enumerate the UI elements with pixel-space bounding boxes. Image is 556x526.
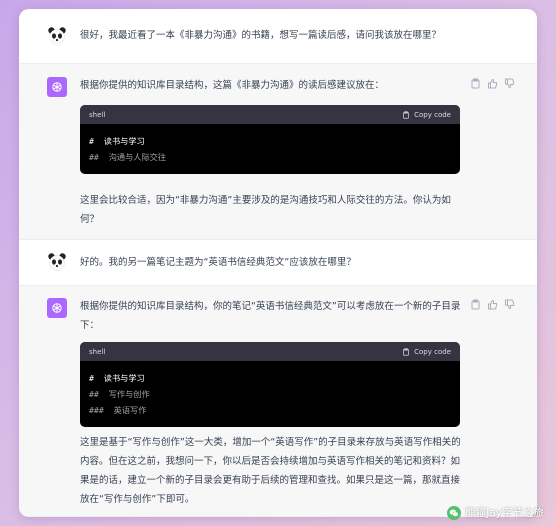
assistant-message: 根据你提供的知识库目录结构，这篇《非暴力沟通》的读后感建议放在： shell C…: [19, 64, 537, 240]
user-message: 很好，我最近看了一本《非暴力沟通》的书籍，想写一篇读后感，请问我该放在哪里？: [19, 9, 537, 64]
code-line: # 读书与学习: [89, 136, 145, 146]
assistant-intro-text: 根据你提供的知识库目录结构，这篇《非暴力沟通》的读后感建议放在：: [80, 80, 385, 91]
panda-avatar-icon: [47, 252, 67, 272]
text-line: 根据你提供的知识库目录结构，你的笔记“英语书信经典范文”可以考虑放在一个新的子目…: [80, 301, 461, 312]
assistant-intro-text: 根据你提供的知识库目录结构，你的笔记“英语书信经典范文”可以考虑放在一个新的子目…: [80, 297, 477, 335]
copy-code-button[interactable]: Copy code: [402, 348, 451, 356]
panda-avatar-icon: [47, 26, 67, 46]
thumbs-down-icon[interactable]: [504, 299, 515, 310]
text-line: 内容。但在这之前，我想问一下，你以后是否会持续增加与英语写作相关的笔记和资料？如: [80, 456, 461, 467]
thumbs-down-icon[interactable]: [504, 78, 515, 89]
code-line: ## 写作与创作: [89, 389, 150, 399]
wechat-icon: [447, 505, 462, 520]
copy-code-label: Copy code: [414, 110, 451, 119]
assistant-message: 根据你提供的知识库目录结构，你的笔记“英语书信经典范文”可以考虑放在一个新的子目…: [19, 286, 537, 517]
assistant-outro-text: 这里是基于“写作与创作”这一大类，增加一个“英语写作”的子目录来存放与英语写作相…: [80, 433, 477, 509]
code-language-label: shell: [89, 110, 106, 119]
chat-window: 很好，我最近看了一本《非暴力沟通》的书籍，想写一篇读后感，请问我该放在哪里？ 根…: [19, 9, 537, 517]
code-line: # 读书与学习: [89, 373, 145, 383]
openai-logo-icon: [47, 77, 67, 97]
code-content: # 读书与学习 ## 沟通与人际交往: [80, 124, 460, 174]
code-content: # 读书与学习 ## 写作与创作 ### 英语写作: [80, 361, 460, 427]
thumbs-up-icon[interactable]: [487, 78, 498, 89]
text-line: 何？: [80, 214, 100, 225]
watermark: 熊猫Jay字节之旅: [447, 505, 544, 520]
clipboard-icon: [403, 110, 410, 119]
thumbs-up-icon[interactable]: [487, 299, 498, 310]
user-message-text: 很好，我最近看了一本《非暴力沟通》的书籍，想写一篇读后感，请问我该放在哪里？: [80, 30, 442, 41]
watermark-text: 熊猫Jay字节之旅: [465, 507, 544, 519]
user-message-text: 好的。我的另一篇笔记主题为“英语书信经典范文”应该放在哪里？: [80, 257, 356, 268]
code-block: shell Copy code # 读书与学习 ## 沟通与人际交往: [80, 105, 460, 174]
text-line: 这里会比较合适，因为“非暴力沟通”主要涉及的是沟通技巧和人际交往的方法。你认为如: [80, 195, 451, 206]
code-line: ## 沟通与人际交往: [89, 152, 167, 162]
text-line: 下：: [80, 320, 100, 331]
assistant-outro-text: 这里会比较合适，因为“非暴力沟通”主要涉及的是沟通技巧和人际交往的方法。你认为如…: [80, 191, 477, 229]
text-line: 果是的话，建立一个新的子目录会更有助于后续的管理和查找。如果只是这一篇，那就直接: [80, 475, 461, 486]
copy-code-label: Copy code: [414, 347, 451, 356]
code-language-label: shell: [89, 347, 106, 356]
text-line: 这里是基于“写作与创作”这一大类，增加一个“英语写作”的子目录来存放与英语写作相…: [80, 437, 461, 448]
code-block: shell Copy code # 读书与学习 ## 写作与创作 ### 英语写…: [80, 342, 460, 427]
code-header: shell Copy code: [80, 105, 460, 124]
code-line: ### 英语写作: [89, 405, 147, 415]
text-line: 放在“写作与创作”下即可。: [80, 494, 195, 505]
code-header: shell Copy code: [80, 342, 460, 361]
copy-code-button[interactable]: Copy code: [402, 111, 451, 119]
clipboard-icon: [403, 347, 410, 356]
user-message: 好的。我的另一篇笔记主题为“英语书信经典范文”应该放在哪里？: [19, 240, 537, 286]
openai-logo-icon: [47, 298, 67, 318]
